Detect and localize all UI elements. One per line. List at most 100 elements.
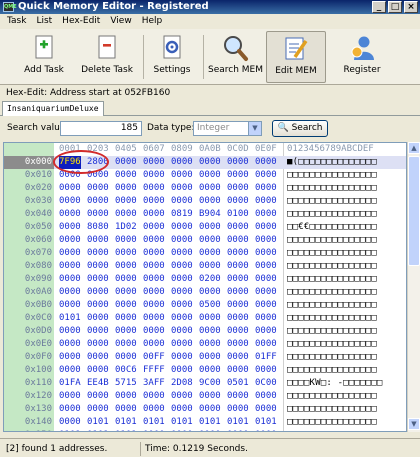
- hex-cell[interactable]: 0000: [199, 182, 221, 195]
- menu-hex-edit[interactable]: Hex-Edit: [57, 14, 105, 29]
- hex-row[interactable]: 0x120 0000 0000 0000 0000 0000 0000 0000 0000 □□□…: [4, 390, 406, 403]
- hex-cell[interactable]: 8080: [87, 221, 109, 234]
- hex-cell[interactable]: 0000: [199, 234, 221, 247]
- ascii-text[interactable]: □□□□□□□□□□□□□□□□: [287, 247, 377, 260]
- hex-cell[interactable]: 0000: [143, 429, 165, 431]
- hex-cell[interactable]: 0000: [199, 403, 221, 416]
- hex-cell[interactable]: 0000: [227, 286, 249, 299]
- hex-row[interactable]: 0x0E0 0000 0000 0000 0000 0000 0000 0000 0000 □□□…: [4, 338, 406, 351]
- hex-cell[interactable]: 1D02: [115, 221, 137, 234]
- hex-cell[interactable]: 0000: [171, 325, 193, 338]
- hex-cell[interactable]: 0500: [199, 299, 221, 312]
- hex-cell[interactable]: 0000: [143, 299, 165, 312]
- hex-cell[interactable]: 0000: [59, 286, 81, 299]
- data-type-select[interactable]: Integer ▼: [193, 121, 262, 136]
- scroll-up-icon[interactable]: ▲: [408, 142, 420, 154]
- hex-row[interactable]: 0x140 0000 0101 0101 0101 0101 0101 0101 0101 □□□…: [4, 416, 406, 429]
- hex-cell[interactable]: 0000: [59, 351, 81, 364]
- hex-cell[interactable]: 0000: [115, 390, 137, 403]
- hex-cell[interactable]: 0000: [255, 260, 277, 273]
- hex-cell[interactable]: 0000: [143, 273, 165, 286]
- hex-cell[interactable]: 0000: [171, 299, 193, 312]
- hex-cell[interactable]: 0000: [143, 286, 165, 299]
- ascii-text[interactable]: □□□□KW□: -□□□□□□□: [287, 377, 383, 390]
- hex-cell[interactable]: 00C6: [115, 364, 137, 377]
- vertical-scrollbar[interactable]: ▲ ▼: [407, 142, 420, 432]
- add-task-button[interactable]: Add Task: [16, 31, 72, 83]
- hex-cell[interactable]: 0000: [199, 351, 221, 364]
- hex-cell[interactable]: 0000: [115, 403, 137, 416]
- hex-row[interactable]: 0x0D0 0000 0000 0000 0000 0000 0000 0000 0000 □□□…: [4, 325, 406, 338]
- hex-cell[interactable]: 0000: [87, 351, 109, 364]
- hex-cell[interactable]: 0000: [255, 299, 277, 312]
- close-button[interactable]: ×: [404, 1, 418, 13]
- hex-cell[interactable]: 0000: [255, 286, 277, 299]
- hex-cell[interactable]: 0000: [199, 247, 221, 260]
- hex-cell[interactable]: 0000: [255, 247, 277, 260]
- hex-row[interactable]: 0x100 0000 0000 00C6 FFFF 0000 0000 0000 0000 □□□…: [4, 364, 406, 377]
- hex-cell[interactable]: 0000: [227, 182, 249, 195]
- hex-cell[interactable]: 0000: [227, 351, 249, 364]
- hex-cell[interactable]: 0000: [171, 260, 193, 273]
- hex-cell[interactable]: 01FA: [59, 377, 81, 390]
- hex-cell[interactable]: 0000: [87, 390, 109, 403]
- hex-cell[interactable]: 0000: [87, 299, 109, 312]
- hex-row[interactable]: 0x110 01FA EE4B 5715 3AFF 2D08 9C00 0501 0C00 □□□…: [4, 377, 406, 390]
- hex-cell[interactable]: 0000: [255, 338, 277, 351]
- hex-cell[interactable]: 0000: [143, 403, 165, 416]
- hex-cell[interactable]: 0000: [227, 195, 249, 208]
- hex-cell[interactable]: 0000: [199, 260, 221, 273]
- hex-cell[interactable]: 0000: [171, 247, 193, 260]
- hex-cell[interactable]: EE4B: [87, 377, 109, 390]
- hex-cell[interactable]: 0000: [59, 195, 81, 208]
- hex-cell[interactable]: 0000: [255, 182, 277, 195]
- hex-cell[interactable]: 0000: [87, 364, 109, 377]
- edit-mem-button[interactable]: Edit MEM: [266, 31, 326, 83]
- ascii-text[interactable]: □□□□□□□□□□□□□□□□: [287, 403, 377, 416]
- hex-cell[interactable]: 0000: [143, 208, 165, 221]
- hex-row[interactable]: 0x130 0000 0000 0000 0000 0000 0000 0000 0000 □□□…: [4, 403, 406, 416]
- hex-cell[interactable]: 01FF: [255, 351, 277, 364]
- ascii-text[interactable]: ■(□□□□□□□□□□□□□□: [287, 156, 377, 169]
- hex-cell[interactable]: 0000: [115, 273, 137, 286]
- hex-cell[interactable]: 0000: [59, 221, 81, 234]
- hex-cell[interactable]: 0000: [199, 221, 221, 234]
- ascii-text[interactable]: □□□□□□□□□□□□□□□□: [287, 195, 377, 208]
- search-button[interactable]: 🔍 Search: [272, 120, 328, 137]
- hex-row[interactable]: 0x080 0000 0000 0000 0000 0000 0000 0000 0000 □□□…: [4, 260, 406, 273]
- hex-cell[interactable]: 0000: [255, 273, 277, 286]
- hex-cell[interactable]: 0000: [59, 247, 81, 260]
- hex-cell[interactable]: 0000: [115, 338, 137, 351]
- hex-cell[interactable]: 0000: [87, 286, 109, 299]
- hex-cell[interactable]: 0000: [59, 416, 81, 429]
- hex-cell[interactable]: 0819: [171, 208, 193, 221]
- hex-cell[interactable]: 0000: [227, 364, 249, 377]
- ascii-text[interactable]: □□□□□□□□□□□□□□□□: [287, 364, 377, 377]
- hex-row[interactable]: 0x0A0 0000 0000 0000 0000 0000 0000 0000 0000 □□□…: [4, 286, 406, 299]
- ascii-text[interactable]: □□□□□□□□□□□□□□□□: [287, 338, 377, 351]
- hex-cell[interactable]: 0000: [227, 221, 249, 234]
- hex-cell[interactable]: 0101: [199, 416, 221, 429]
- hex-cell[interactable]: 0000: [227, 247, 249, 260]
- hex-cell[interactable]: 0000: [87, 403, 109, 416]
- ascii-text[interactable]: □□□□□□□□□□□□□□□□: [287, 234, 377, 247]
- hex-cell[interactable]: B904: [199, 208, 221, 221]
- hex-cell[interactable]: 0000: [115, 234, 137, 247]
- hex-cell[interactable]: 0000: [143, 221, 165, 234]
- menu-list[interactable]: List: [31, 14, 57, 29]
- hex-cell[interactable]: 0000: [199, 156, 221, 169]
- hex-cell[interactable]: 0000: [87, 208, 109, 221]
- hex-cell[interactable]: 0000: [255, 325, 277, 338]
- hex-row[interactable]: 0x0C0 0101 0000 0000 0000 0000 0000 0000 0000 □□□…: [4, 312, 406, 325]
- hex-cell[interactable]: 0000: [255, 429, 277, 431]
- hex-cell[interactable]: 0200: [199, 273, 221, 286]
- hex-cell[interactable]: 0000: [143, 260, 165, 273]
- hex-cell[interactable]: 0000: [115, 260, 137, 273]
- hex-cell[interactable]: 0101: [87, 416, 109, 429]
- hex-cell[interactable]: 0000: [59, 299, 81, 312]
- hex-cell[interactable]: 0000: [199, 429, 221, 431]
- hex-cell[interactable]: 0000: [59, 338, 81, 351]
- hex-cell[interactable]: 0000: [115, 299, 137, 312]
- settings-button[interactable]: Settings: [150, 31, 194, 83]
- minimize-button[interactable]: _: [372, 1, 386, 13]
